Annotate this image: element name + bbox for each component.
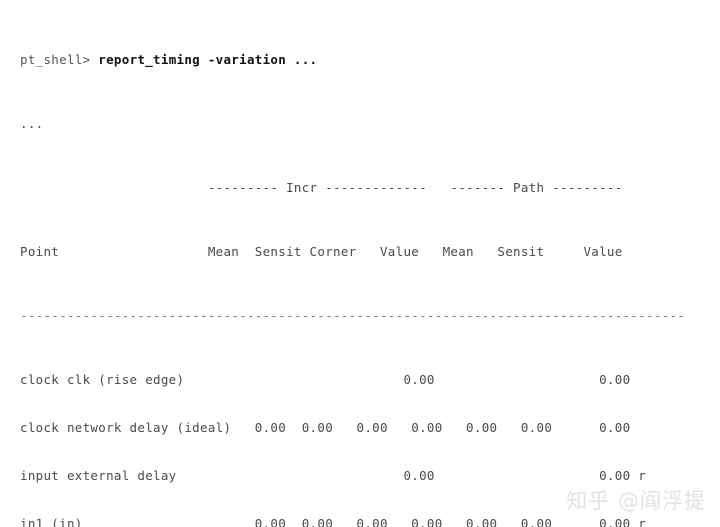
row-input-external-delay: input external delay 0.00 0.00 r bbox=[20, 468, 647, 483]
shell-command: report_timing -variation ... bbox=[98, 52, 318, 67]
row-clock-network-delay-1: clock network delay (ideal) 0.00 0.00 0.… bbox=[20, 420, 631, 435]
report-group-header: --------- Incr ------------- ------- Pat… bbox=[20, 180, 623, 195]
row-clock-clk-rise-1: clock clk (rise edge) 0.00 0.00 bbox=[20, 372, 631, 387]
zhihu-watermark: 知乎 @阎浮提 bbox=[566, 489, 706, 513]
shell-prompt: pt_shell> bbox=[20, 52, 99, 67]
console-output: pt_shell> report_timing -variation ... .… bbox=[20, 4, 720, 527]
terminal-screenshot: pt_shell> report_timing -variation ... .… bbox=[0, 0, 720, 527]
ellipsis-line-top: ... bbox=[20, 116, 44, 131]
report-column-header: Point Mean Sensit Corner Value Mean Sens… bbox=[20, 244, 623, 259]
rule-top: ----------------------------------------… bbox=[20, 308, 686, 323]
command-line: pt_shell> report_timing -variation ... bbox=[20, 52, 720, 68]
row-in1-in: in1 (in) 0.00 0.00 0.00 0.00 0.00 0.00 0… bbox=[20, 516, 647, 527]
